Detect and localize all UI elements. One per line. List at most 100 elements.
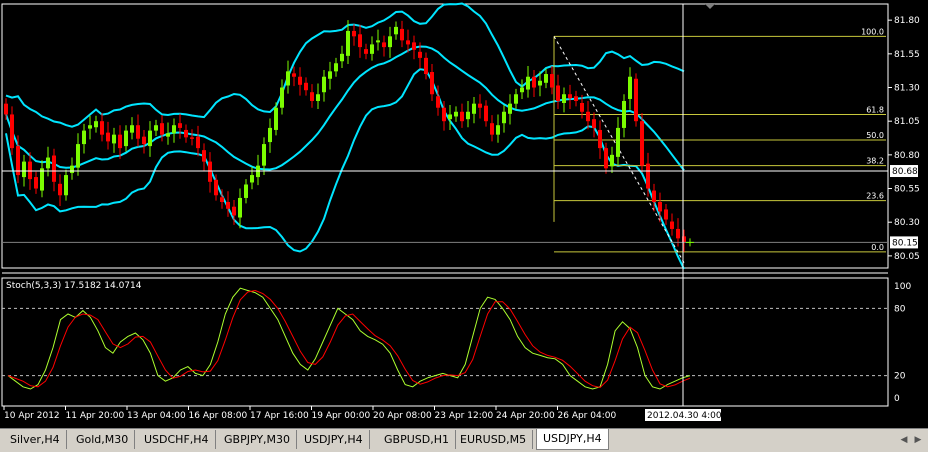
triangle-right-icon[interactable]: ▶ <box>912 433 924 447</box>
candle-body <box>586 111 590 122</box>
stoch-tick-label: 20 <box>894 372 906 382</box>
candle-body <box>652 190 656 202</box>
candle-body <box>160 123 164 135</box>
candle-body <box>610 154 614 167</box>
candle-body <box>334 63 338 72</box>
candle-body <box>310 92 314 101</box>
candle-body <box>316 94 320 101</box>
time-tick-label: 19 Apr 00:00 <box>312 411 371 421</box>
candle-body <box>634 78 638 122</box>
price-tick-label: 80.30 <box>894 218 920 228</box>
candle-body <box>58 183 62 196</box>
candle-body <box>526 76 530 90</box>
candle-body <box>502 111 506 124</box>
fib-level-label: 100.0 <box>861 27 884 36</box>
chart-tab-usdjpy-h4[interactable]: USDJPY,H4 <box>298 430 370 449</box>
stoch-tick-label: 80 <box>894 304 906 314</box>
candle-body <box>190 137 194 139</box>
candle-body <box>568 94 572 99</box>
candle-body <box>274 107 278 130</box>
candle-body <box>454 111 458 117</box>
price-tick-label: 81.30 <box>894 84 920 94</box>
candle-body <box>490 123 494 135</box>
price-tick-label: 81.80 <box>894 16 920 26</box>
candle-body <box>226 202 230 209</box>
candle-body <box>466 111 470 120</box>
candle-body <box>322 76 326 93</box>
chart-tab-gbpjpy-m30[interactable]: GBPJPY,M30 <box>218 430 298 449</box>
candle-body <box>214 179 218 196</box>
crosshair-time-label: 2012.04.30 4:00 <box>647 411 722 421</box>
candle-body <box>472 103 476 114</box>
candle-body <box>268 127 272 143</box>
time-tick-label: 23 Apr 12:00 <box>435 411 494 421</box>
candle-body <box>388 36 392 48</box>
candle-body <box>670 221 674 229</box>
candle-body <box>340 53 344 62</box>
candle-body <box>70 165 74 174</box>
candle-body <box>136 125 140 139</box>
candle-body <box>172 125 176 134</box>
candle-body <box>574 96 578 101</box>
time-tick-label: 26 Apr 04:00 <box>558 411 617 421</box>
candle-body <box>376 40 380 43</box>
candle-body <box>220 197 224 202</box>
stochastic-label: Stoch(5,3,3) 17.5182 14.0714 <box>6 281 142 291</box>
candle-body <box>124 130 128 147</box>
candle-body <box>118 134 122 149</box>
candle-body <box>406 40 410 45</box>
chart-tab-usdchf-h4[interactable]: USDCHF,H4 <box>138 430 216 449</box>
candle-body <box>328 71 332 79</box>
price-tick-label: 80.05 <box>894 252 920 262</box>
candle-body <box>592 119 596 128</box>
time-tick-label: 13 Apr 04:00 <box>127 411 186 421</box>
price-tick-label: 81.55 <box>894 50 920 60</box>
candle-body <box>262 144 266 166</box>
candle-body <box>34 177 38 189</box>
time-tick-label: 16 Apr 08:00 <box>189 411 248 421</box>
chart-tab-silver-h4[interactable]: Silver,H4 <box>4 430 67 449</box>
candle-body <box>4 103 8 115</box>
candle-body <box>598 129 602 149</box>
chart-tab-gbpusd-h1[interactable]: GBPUSD,H1 <box>378 430 456 449</box>
candle-body <box>628 76 632 99</box>
candle-body <box>244 184 248 198</box>
candle-body <box>22 161 26 178</box>
candle-body <box>106 132 110 142</box>
candle-body <box>550 74 554 88</box>
candle-body <box>166 133 170 137</box>
price-tick-label: 80.80 <box>894 151 920 161</box>
candle-body <box>604 148 608 169</box>
chart-tab-gold-m30[interactable]: Gold,M30 <box>70 430 136 449</box>
stoch-tick-label: 100 <box>894 282 911 292</box>
candle-body <box>28 161 32 180</box>
time-tick-label: 17 Apr 16:00 <box>250 411 309 421</box>
chart-tab-usdjpy-h4[interactable]: USDJPY,H4 <box>536 429 609 450</box>
candle-body <box>448 114 452 120</box>
candle-body <box>418 51 422 58</box>
stoch-tick-label: 0 <box>894 394 900 404</box>
candle-body <box>298 76 302 85</box>
candle-body <box>184 129 188 138</box>
candle-body <box>100 121 104 135</box>
candle-body <box>664 209 668 220</box>
chart-tab-eurusd-m5[interactable]: EURUSD,M5 <box>454 430 534 449</box>
candle-body <box>280 87 284 108</box>
candle-body <box>424 57 428 75</box>
candle-body <box>76 144 80 168</box>
triangle-left-icon[interactable]: ◀ <box>898 433 910 447</box>
candle-body <box>580 103 584 112</box>
candle-body <box>112 134 116 144</box>
candle-body <box>484 105 488 122</box>
chart-tab-bar: Silver,H4 Gold,M30 USDCHF,H4 GBPJPY,M30 USDJ… <box>0 428 928 452</box>
candle-body <box>10 114 14 149</box>
candle-body <box>478 103 482 108</box>
candle-body <box>622 100 626 128</box>
candle-body <box>616 127 620 157</box>
chart[interactable]: 100.0 61.8 50.0 38.2 23.6 0.0 81.80 81.55 81.30… <box>0 0 928 428</box>
candle-body <box>64 175 68 196</box>
candle-body <box>292 73 296 77</box>
candle-body <box>94 121 98 128</box>
candle-body <box>352 30 356 37</box>
fib-level-label: 61.8 <box>866 105 884 114</box>
